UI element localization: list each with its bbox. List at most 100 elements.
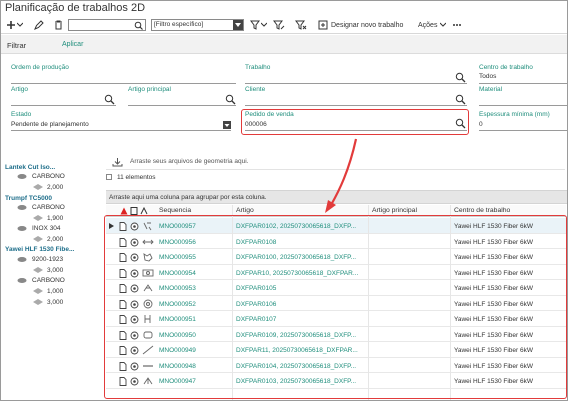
estado-field[interactable] [11,130,231,131]
col-centro-trabalho[interactable]: Centro de trabalho [454,207,510,214]
funnel-edit-icon [273,20,285,30]
sheet-icon [33,288,43,294]
funnel-icon [250,20,260,30]
app-window: Planificação de trabalhos 2D [Filtro esp… [0,0,568,401]
tree-machine[interactable]: Lantek Cut Iso... [5,164,55,171]
grid-highlight [104,215,567,399]
material-icon [17,174,27,179]
sheet-icon [33,184,43,190]
tree-thickness[interactable]: 2,000 [47,184,63,191]
artigo-principal-field[interactable] [128,105,236,106]
geometry-dropzone[interactable]: Arraste seus arquivos de geometria aqui. [106,154,565,170]
cliente-label: Cliente [245,86,266,93]
col-artigo-principal[interactable]: Artigo principal [372,207,417,214]
centro-trabalho-field[interactable] [479,83,567,84]
more-icon [453,24,461,26]
acoes-label: Ações [418,21,438,29]
filtrar-label: Filtrar [7,41,27,50]
pencil-icon [34,20,44,30]
filter-edit-button[interactable] [273,18,285,32]
artigo-field[interactable] [11,105,116,106]
document-icon[interactable] [130,207,138,215]
tree-machine[interactable]: Trumpf TC5000 [5,195,52,202]
pedido-venda-value[interactable]: 000006 [245,121,267,128]
pedido-venda-field[interactable] [245,130,467,131]
espessura-field[interactable] [479,130,567,131]
material-label: Material [479,86,503,93]
filter-button[interactable] [250,18,267,32]
trash-icon [55,20,62,30]
add-button[interactable] [6,18,23,32]
chevron-down-icon [224,124,230,127]
tree-thickness[interactable]: 3,000 [47,267,63,274]
element-count-text: 11 elementos [117,174,156,181]
designar-button[interactable]: Designar novo trabalho [318,18,403,32]
toolbar: [Filtro específico] Designar novo trabal… [1,17,567,34]
group-hint: Arraste aqui uma coluna para agrupar por… [109,194,267,201]
ordem-producao-field[interactable] [11,83,236,84]
more-button[interactable] [452,18,462,32]
filter-select-arrow[interactable] [233,20,243,30]
filter-clear-button[interactable] [295,18,307,32]
col-sequencia[interactable]: Sequencia [159,207,191,214]
tree-material[interactable]: CARBONO [32,173,65,180]
estado-dropdown[interactable] [223,121,231,129]
window-title: Planificação de trabalhos 2D [5,2,146,14]
warning-icon[interactable] [120,207,128,215]
tree-thickness[interactable]: 3,000 [47,299,63,306]
material-icon [17,205,27,210]
espessura-value[interactable]: 0 [479,121,483,128]
sheet-icon [33,299,43,305]
group-by-bar[interactable]: Arraste aqui uma coluna para agrupar por… [106,190,567,204]
search-icon[interactable] [104,94,115,105]
estado-label: Estado [11,111,32,118]
acoes-menu[interactable]: Ações [418,18,447,32]
centro-trabalho-value[interactable]: Todos [479,73,496,80]
col-artigo[interactable]: Artigo [236,207,254,214]
estado-value[interactable]: Pendente de planejamento [11,121,89,128]
select-all-checkbox[interactable] [106,174,112,180]
sheet-icon [33,236,43,242]
tree-thickness[interactable]: 1,900 [47,215,63,222]
trabalho-field[interactable] [245,83,467,84]
search-icon[interactable] [455,94,466,105]
tree-material[interactable]: 9200-1923 [32,256,63,263]
element-count: 11 elementos [106,174,156,181]
material-icon [17,226,27,231]
chevron-down-icon [261,22,267,27]
espessura-label: Espessura mínima (mm) [479,111,550,118]
search-icon[interactable] [225,94,236,105]
filter-bar: Filtrar Aplicar [1,35,567,54]
tree-thickness[interactable]: 2,000 [47,236,63,243]
search-icon[interactable] [455,72,466,83]
tree-material[interactable]: INOX 304 [32,225,61,232]
assign-icon [318,20,328,30]
search-icon[interactable] [455,118,466,129]
funnel-clear-icon [295,20,307,30]
geometry-icon[interactable] [140,207,148,215]
plus-icon [7,21,15,29]
upload-icon [112,158,123,167]
edit-button[interactable] [34,18,44,32]
chevron-down-icon [17,22,23,27]
material-icon [17,257,27,262]
material-field[interactable] [479,105,567,106]
tree-material[interactable]: CARBONO [32,277,65,284]
search-input[interactable] [68,19,146,31]
ordem-producao-label: Ordem de produção [11,64,69,71]
search-icon[interactable] [134,21,143,30]
aplicar-button[interactable]: Aplicar [62,41,83,48]
chevron-down-icon [440,22,447,27]
pedido-venda-label: Pedido de venda [245,111,294,118]
filter-select-value: [Filtro específico] [154,21,204,28]
chevron-down-icon [235,23,241,27]
artigo-label: Artigo [11,86,28,93]
tree-material[interactable]: CARBONO [32,204,65,211]
tree-machine[interactable]: Yawei HLF 1530 Fibe... [5,246,74,253]
delete-button[interactable] [54,18,63,32]
filter-select[interactable]: [Filtro específico] [151,19,244,31]
tree-thickness[interactable]: 1,000 [47,288,63,295]
dropzone-text: Arraste seus arquivos de geometria aqui. [130,158,249,165]
machine-tree: Lantek Cut Iso... CARBONO 2,000 Trumpf T… [1,156,102,400]
cliente-field[interactable] [245,105,467,106]
